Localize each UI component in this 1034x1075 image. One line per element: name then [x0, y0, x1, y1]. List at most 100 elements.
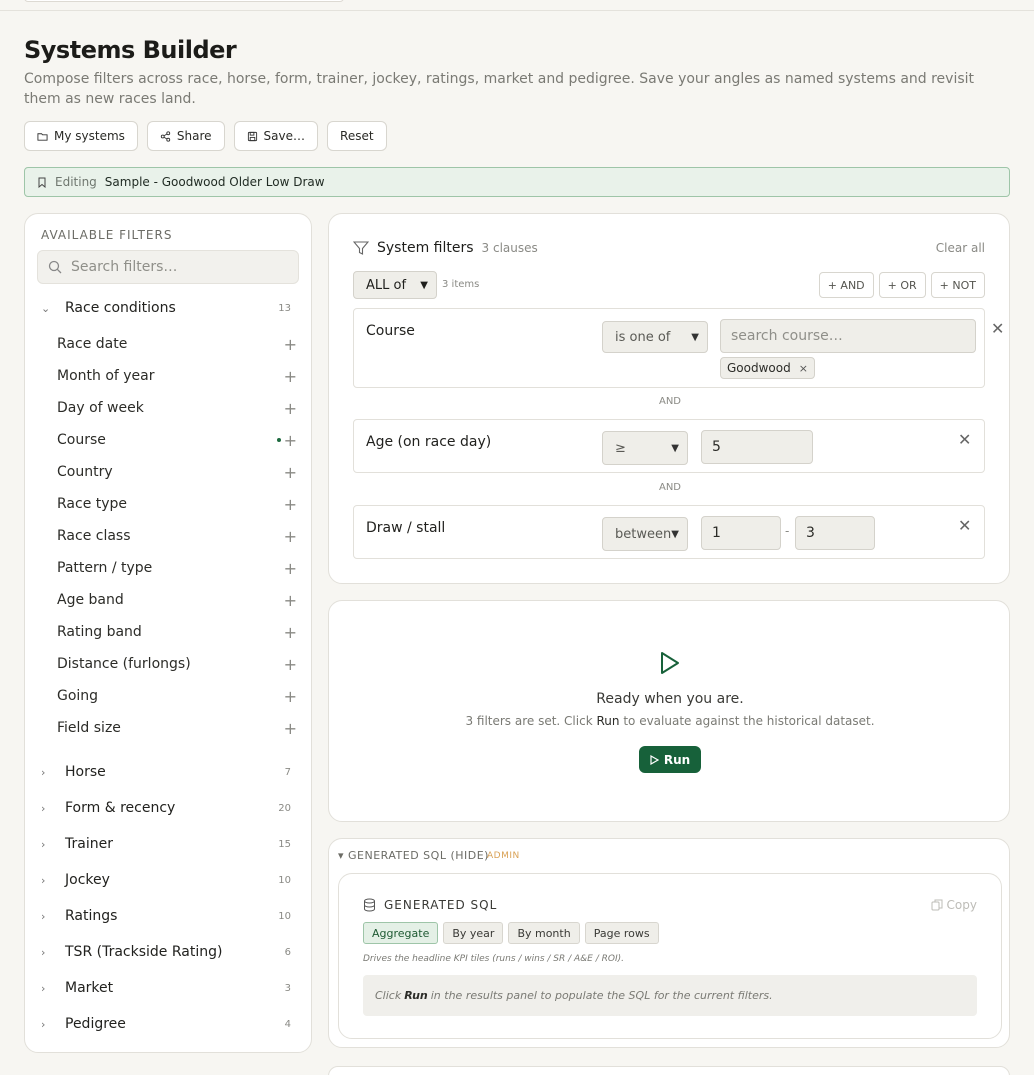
filter-item-label: Day of week [57, 400, 144, 416]
filter-item[interactable]: Course + [57, 426, 297, 454]
add-icon[interactable]: + [284, 495, 297, 514]
add-icon[interactable]: + [284, 559, 297, 578]
tab-by-year[interactable]: By year [443, 922, 504, 944]
filter-item-label: Race date [57, 336, 128, 352]
chip-remove-icon[interactable]: × [799, 362, 808, 375]
chevron-right-icon: › [41, 945, 46, 959]
chevron-down-icon: ▼ [671, 528, 679, 540]
draw-to-input[interactable]: 3 [795, 516, 875, 550]
add-icon[interactable]: + [284, 399, 297, 418]
save-button[interactable]: Save… [233, 121, 319, 151]
group-count: 20 [278, 802, 291, 814]
course-search-input[interactable]: search course… [720, 319, 976, 353]
add-icon[interactable]: + [284, 591, 297, 610]
run-button[interactable]: Run [639, 746, 701, 773]
group-tsr[interactable]: › TSR (Trackside Rating) 6 [41, 938, 297, 966]
group-name: Form & recency [65, 800, 176, 816]
filter-item[interactable]: Race type + [57, 490, 297, 518]
copy-icon [931, 899, 943, 911]
add-and-button[interactable]: + AND [818, 272, 874, 298]
add-icon[interactable]: + [284, 655, 297, 674]
group-count: 13 [278, 302, 291, 314]
group-form-recency[interactable]: › Form & recency 20 [41, 794, 297, 822]
filter-item[interactable]: Day of week + [57, 394, 297, 422]
operator-value: is one of [615, 329, 671, 345]
filter-item[interactable]: Country + [57, 458, 297, 486]
draw-from-input[interactable]: 1 [701, 516, 781, 550]
system-filters-title: System filters [377, 240, 474, 256]
editing-system-name: Sample - Goodwood Older Low Draw [104, 175, 325, 189]
course-chip: Goodwood × [720, 357, 815, 379]
clear-all-button[interactable]: Clear all [936, 241, 985, 255]
operator-select[interactable]: between ▼ [602, 517, 688, 551]
sql-placeholder-after: in the results panel to populate the SQL… [430, 989, 773, 1002]
filter-item[interactable]: Field size + [57, 714, 297, 742]
chevron-down-icon: ▼ [671, 442, 679, 454]
add-or-button[interactable]: + OR [878, 272, 926, 298]
add-icon[interactable]: + [284, 367, 297, 386]
filter-item-label: Race class [57, 528, 131, 544]
group-count: 4 [284, 1018, 291, 1030]
add-icon[interactable]: + [284, 623, 297, 642]
add-icon[interactable]: + [284, 335, 297, 354]
group-ratings[interactable]: › Ratings 10 [41, 902, 297, 930]
add-not-button[interactable]: + NOT [930, 272, 985, 298]
save-icon [247, 131, 257, 141]
filter-item[interactable]: Race date + [57, 330, 297, 358]
available-filters-panel: AVAILABLE FILTERS ⌄ Race conditions 13 R… [24, 213, 312, 1053]
page-subtitle: Compose filters across race, horse, form… [24, 71, 975, 107]
next-panel-stub [328, 1066, 1010, 1075]
tab-page-rows[interactable]: Page rows [584, 922, 659, 944]
my-systems-button[interactable]: My systems [24, 121, 138, 151]
play-icon [661, 652, 679, 674]
filter-item[interactable]: Month of year + [57, 362, 297, 390]
filter-item[interactable]: Race class + [57, 522, 297, 550]
clause-draw: Draw / stall between ▼ 1 - 3 ✕ [353, 505, 985, 559]
chip-label: Goodwood [727, 361, 791, 375]
age-value-input[interactable]: 5 [701, 430, 813, 464]
bookmark-icon [38, 177, 46, 188]
group-name: Trainer [65, 836, 113, 852]
filter-search-input[interactable] [71, 259, 281, 275]
add-icon[interactable]: + [284, 719, 297, 738]
chevron-down-icon: ▼ [691, 331, 699, 343]
group-horse[interactable]: › Horse 7 [41, 758, 297, 786]
group-race-conditions[interactable]: ⌄ Race conditions 13 [41, 294, 297, 322]
combinator-select[interactable]: ALL of ▼ [353, 271, 437, 299]
filter-search-box[interactable] [37, 250, 299, 284]
add-icon[interactable]: + [284, 463, 297, 482]
operator-select[interactable]: ≥ ▼ [602, 431, 688, 465]
group-jockey[interactable]: › Jockey 10 [41, 866, 297, 894]
remove-clause-icon[interactable]: ✕ [958, 516, 971, 535]
sql-title: GENERATED SQL [384, 898, 498, 912]
clause-age: Age (on race day) ≥ ▼ 5 ✕ [353, 419, 985, 473]
filter-item[interactable]: Pattern / type + [57, 554, 297, 582]
search-icon [48, 260, 62, 274]
filter-item[interactable]: Distance (furlongs) + [57, 650, 297, 678]
group-pedigree[interactable]: › Pedigree 4 [41, 1010, 297, 1038]
tab-by-month[interactable]: By month [508, 922, 580, 944]
filter-item-label: Country [57, 464, 113, 480]
group-name: Market [65, 980, 114, 996]
top-search-stub[interactable] [24, 0, 344, 2]
chevron-right-icon: › [41, 765, 46, 779]
remove-clause-icon[interactable]: ✕ [958, 430, 971, 449]
filter-item[interactable]: Rating band + [57, 618, 297, 646]
reset-button[interactable]: Reset [327, 121, 387, 151]
copy-button[interactable]: Copy [931, 898, 977, 912]
add-icon[interactable]: + [284, 527, 297, 546]
operator-select[interactable]: is one of ▼ [602, 321, 708, 353]
filter-item-label: Pattern / type [57, 560, 153, 576]
group-market[interactable]: › Market 3 [41, 974, 297, 1002]
tab-aggregate[interactable]: Aggregate [363, 922, 439, 944]
share-button[interactable]: Share [146, 121, 225, 151]
add-icon[interactable]: + [284, 431, 297, 450]
chevron-right-icon: › [41, 909, 46, 923]
filter-item[interactable]: Age band + [57, 586, 297, 614]
sql-hide-toggle[interactable]: ▾ GENERATED SQL (HIDE) [338, 849, 489, 862]
filter-item[interactable]: Going + [57, 682, 297, 710]
group-trainer[interactable]: › Trainer 15 [41, 830, 297, 858]
remove-clause-icon[interactable]: ✕ [991, 319, 1004, 338]
add-icon[interactable]: + [284, 687, 297, 706]
database-icon [364, 898, 375, 912]
